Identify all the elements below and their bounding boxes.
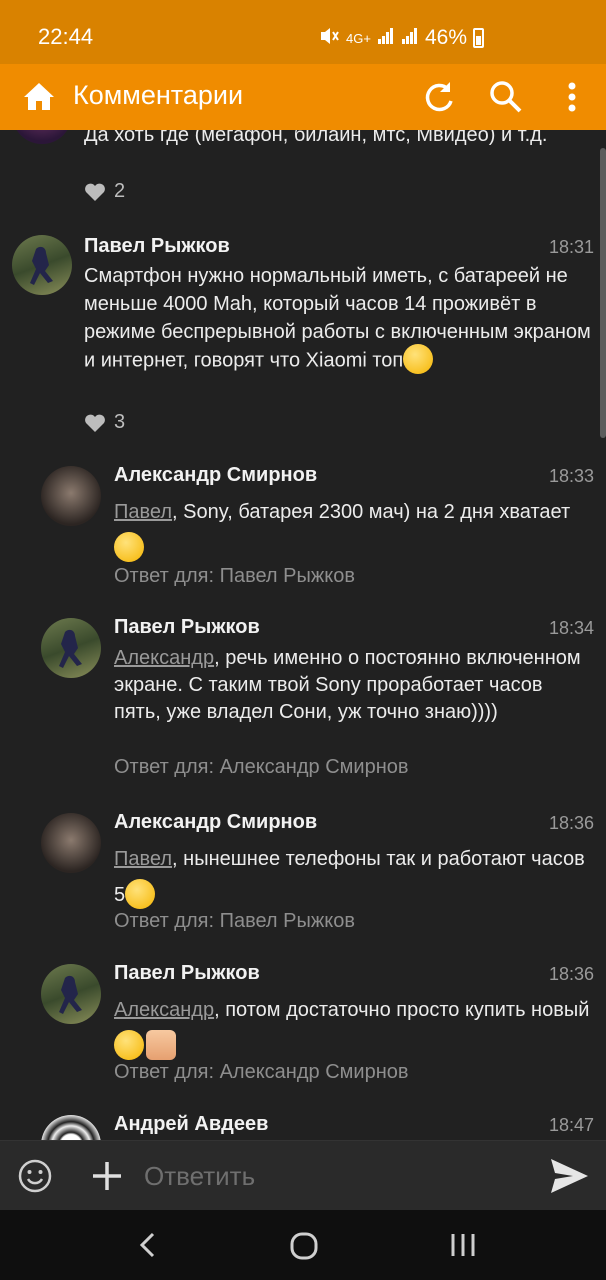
- comment-time: 18:34: [548, 618, 594, 638]
- send-icon[interactable]: [548, 1156, 590, 1196]
- comment-author[interactable]: Павел Рыжков: [84, 235, 230, 258]
- comment-body: , Sony, батарея 2300 мач) на 2 дня хвата…: [172, 501, 571, 523]
- recents-icon[interactable]: [448, 1230, 478, 1260]
- comment-item: Павел Рыжков 18:31 Смартфон нужно нормал…: [0, 235, 600, 435]
- smirk-emoji: [114, 1029, 144, 1060]
- comment-time: 18:31: [548, 237, 594, 257]
- rofl-emoji: [125, 878, 156, 909]
- like-button[interactable]: 2: [84, 180, 125, 203]
- like-count: 3: [114, 411, 126, 433]
- mention-link[interactable]: Александр: [114, 647, 214, 669]
- comment-author[interactable]: Александр Смирнов: [114, 464, 317, 487]
- comment-item: Павел Рыжков 18:34 Александр, речь именн…: [0, 616, 600, 779]
- more-vert-icon[interactable]: [553, 78, 591, 116]
- comment-time: 18:47: [548, 1115, 594, 1135]
- comment-body: , потом достаточно просто купить новый: [214, 999, 590, 1021]
- comment-item: Павел Рыжков 18:36 Александр, потом дост…: [0, 962, 600, 1087]
- comment-item: Александр Смирнов 18:36 Павел, нынешнее …: [0, 811, 600, 933]
- avatar[interactable]: [41, 466, 101, 526]
- emoji-icon[interactable]: [17, 1158, 53, 1194]
- signal-icon: [401, 27, 419, 49]
- comment-item: Александр Смирнов 18:33 Павел, Sony, бат…: [0, 464, 600, 587]
- comment-item: Андрей Авдеев 18:47: [0, 1113, 600, 1140]
- comment-time: 18:33: [548, 466, 594, 486]
- status-icons: 4G+ 46%: [318, 24, 606, 52]
- status-time: 22:44: [38, 24, 94, 49]
- home-circle-icon[interactable]: [288, 1230, 320, 1262]
- mention-link[interactable]: Павел: [114, 848, 172, 870]
- mute-icon: [318, 26, 340, 50]
- avatar[interactable]: [12, 235, 72, 295]
- comment-text: Смартфон нужно нормальный иметь, с батар…: [84, 262, 599, 376]
- status-bar: 22:44 4G+ 46%: [0, 0, 606, 64]
- app-bar: Комментарии: [0, 64, 606, 130]
- grin-emoji: [114, 531, 144, 562]
- reply-composer: Ответить: [0, 1140, 606, 1210]
- page-title: Комментарии: [73, 80, 244, 110]
- comment-text: Да хоть где (мегафон, билайн, мтс, Мвиде…: [84, 130, 548, 146]
- battery-percent: 46%: [424, 26, 467, 49]
- reply-to-label[interactable]: Ответ для: Павел Рыжков: [114, 910, 355, 933]
- battery-icon: [473, 28, 484, 48]
- comment-text: Александр, потом достаточно просто купит…: [114, 992, 594, 1064]
- comment-item: Да хоть где (мегафон, билайн, мтс, Мвиде…: [0, 130, 600, 210]
- comment-author[interactable]: Андрей Авдеев: [114, 1113, 268, 1136]
- like-button[interactable]: 3: [84, 411, 125, 434]
- heart-icon: [85, 183, 105, 201]
- reply-input[interactable]: Ответить: [144, 1161, 255, 1192]
- like-count: 2: [114, 180, 126, 202]
- comment-author[interactable]: Павел Рыжков: [114, 962, 260, 985]
- wink-emoji: [403, 344, 434, 374]
- reply-to-label[interactable]: Ответ для: Александр Смирнов: [114, 756, 408, 779]
- avatar[interactable]: [41, 813, 101, 873]
- comment-text: Павел, Sony, батарея 2300 мач) на 2 дня …: [114, 494, 594, 566]
- comment-text: Александр, речь именно о постоянно включ…: [114, 645, 594, 726]
- comment-author[interactable]: Александр Смирнов: [114, 811, 317, 834]
- mention-link[interactable]: Александр: [114, 999, 214, 1021]
- search-icon[interactable]: [487, 78, 525, 116]
- comment-time: 18:36: [548, 964, 594, 984]
- avatar[interactable]: [41, 1115, 101, 1140]
- plus-icon[interactable]: [89, 1158, 125, 1194]
- comment-time: 18:36: [548, 813, 594, 833]
- comment-body: , нынешнее телефоны так и работают часов…: [114, 848, 585, 906]
- comment-text: Павел, нынешнее телефоны так и работают …: [114, 841, 594, 913]
- avatar[interactable]: [41, 964, 101, 1024]
- back-icon[interactable]: [134, 1230, 164, 1260]
- avatar[interactable]: [41, 618, 101, 678]
- comment-body: Смартфон нужно нормальный иметь, с батар…: [84, 265, 591, 372]
- mention-link[interactable]: Павел: [114, 501, 172, 523]
- reply-to-label[interactable]: Ответ для: Павел Рыжков: [114, 565, 355, 588]
- comment-author[interactable]: Павел Рыжков: [114, 616, 260, 639]
- signal-icon: [377, 27, 395, 49]
- avatar[interactable]: [12, 130, 72, 144]
- comments-list[interactable]: Да хоть где (мегафон, билайн, мтс, Мвиде…: [0, 130, 606, 1140]
- home-icon[interactable]: [22, 80, 56, 114]
- system-nav-bar: [0, 1210, 606, 1280]
- heart-icon: [85, 414, 105, 432]
- reply-to-label[interactable]: Ответ для: Александр Смирнов: [114, 1061, 408, 1084]
- thumbs-up-emoji: [146, 1029, 176, 1060]
- refresh-icon[interactable]: [420, 78, 458, 116]
- scrollbar-thumb[interactable]: [600, 148, 606, 438]
- network-type: 4G+: [346, 30, 371, 46]
